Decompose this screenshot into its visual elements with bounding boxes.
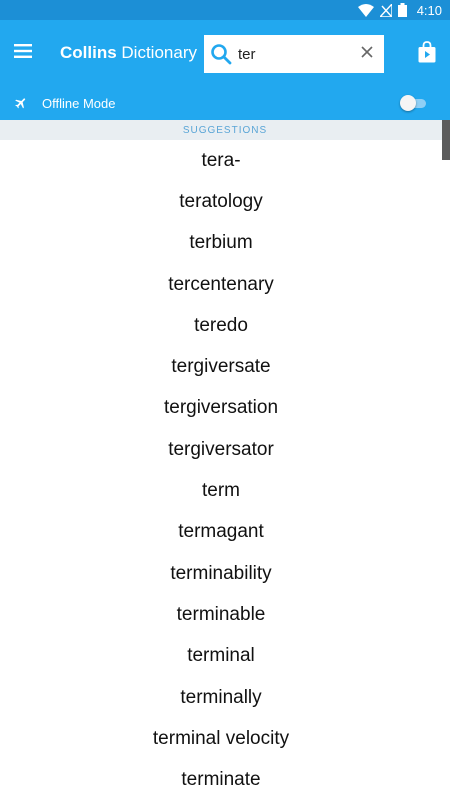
toggle-knob xyxy=(400,95,416,111)
app-bar: Collins Dictionary xyxy=(0,20,450,86)
app-title-rest: Dictionary xyxy=(116,43,197,62)
offline-mode-label: Offline Mode xyxy=(42,95,116,111)
suggestion-item[interactable]: termagant xyxy=(0,512,442,553)
wifi-icon xyxy=(357,3,374,17)
suggestion-item[interactable]: tera- xyxy=(0,140,442,181)
suggestions-header: SUGGESTIONS xyxy=(0,120,450,140)
suggestion-item[interactable]: tergiversation xyxy=(0,388,442,429)
suggestion-item[interactable]: terminal velocity xyxy=(0,718,442,759)
suggestion-item[interactable]: terminable xyxy=(0,594,442,635)
suggestion-item[interactable]: terminally xyxy=(0,677,442,718)
status-bar: 4:10 xyxy=(0,0,450,20)
suggestion-item[interactable]: teredo xyxy=(0,305,442,346)
suggestion-item[interactable]: term xyxy=(0,470,442,511)
suggestion-item[interactable]: terbium xyxy=(0,223,442,264)
suggestion-item[interactable]: terminal xyxy=(0,636,442,677)
status-time: 4:10 xyxy=(416,2,442,18)
suggestion-item[interactable]: terminate xyxy=(0,759,442,800)
close-icon xyxy=(361,45,373,63)
store-button[interactable] xyxy=(418,41,438,63)
suggestions-list: tera-teratology terbium tercentenary teredo… xyxy=(0,140,442,800)
suggestion-item[interactable]: tercentenary xyxy=(0,264,442,305)
search-input[interactable] xyxy=(238,39,348,69)
suggestion-item[interactable]: terminability xyxy=(0,553,442,594)
suggestion-item[interactable]: teratology xyxy=(0,181,442,222)
app-title: Collins Dictionary xyxy=(60,43,197,63)
hamburger-menu-icon xyxy=(14,43,32,63)
scrollbar-thumb[interactable] xyxy=(442,120,450,160)
search-box[interactable] xyxy=(204,35,384,73)
search-icon xyxy=(204,35,238,73)
suggestion-item[interactable]: tergiversator xyxy=(0,429,442,470)
offline-mode-bar: Offline Mode xyxy=(0,86,450,120)
menu-button[interactable] xyxy=(0,20,46,86)
offline-mode-toggle[interactable] xyxy=(400,95,428,111)
airplane-icon xyxy=(11,93,31,113)
signal-icon xyxy=(379,3,392,17)
shopping-bag-icon xyxy=(418,41,436,67)
suggestion-item[interactable]: tergiversate xyxy=(0,346,442,387)
clear-search-button[interactable] xyxy=(358,45,376,63)
battery-icon xyxy=(397,3,407,17)
app-title-brand: Collins xyxy=(60,43,117,62)
